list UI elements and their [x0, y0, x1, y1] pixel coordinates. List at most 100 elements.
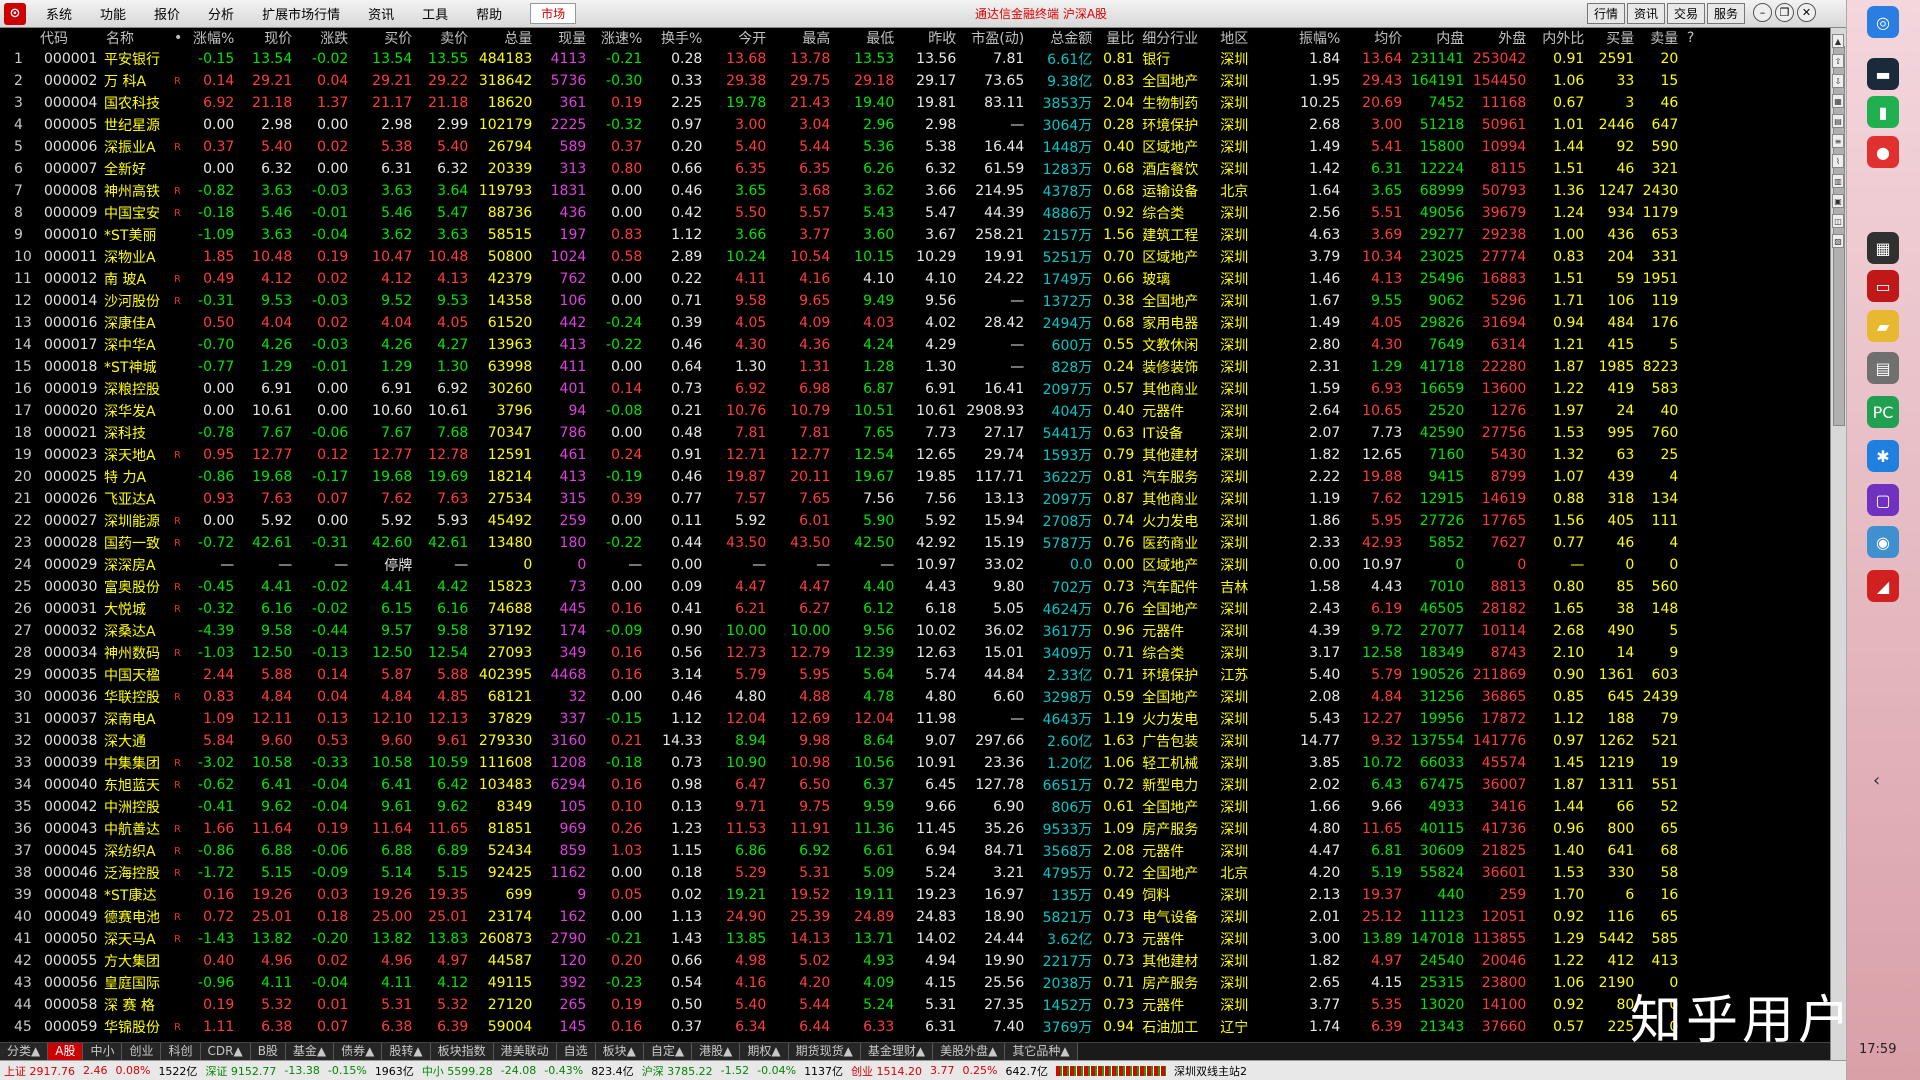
- market-tab-item[interactable]: 基金▲: [285, 1043, 335, 1060]
- column-header[interactable]: 卖量: [1638, 28, 1683, 48]
- market-tab-item[interactable]: 科创: [161, 1043, 201, 1060]
- quote-button[interactable]: 行情: [1586, 3, 1625, 24]
- market-tab-item[interactable]: 创业: [122, 1043, 162, 1060]
- menu-function[interactable]: 功能: [86, 4, 140, 23]
- tool-icon-6[interactable]: ▥: [1832, 174, 1844, 188]
- market-tab-item[interactable]: 港美联动: [493, 1043, 557, 1060]
- table-row[interactable]: 9 000010 *ST美丽 -1.09 3.63 -0.04 3.62 3.63 58515 1…: [0, 224, 1698, 246]
- tool-icon-9[interactable]: ▧: [1832, 234, 1844, 248]
- folder-icon[interactable]: ▰: [1867, 310, 1899, 342]
- table-row[interactable]: 13 000016 深康佳A 0.50 4.04 0.02 4.04 4.05 61520 442…: [0, 312, 1698, 334]
- market-tab-item[interactable]: 基金理财▲: [860, 1043, 934, 1060]
- table-row[interactable]: 29 000035 中国天楹 2.44 5.88 0.14 5.87 5.88 402395 44…: [0, 664, 1698, 686]
- market-tab-item[interactable]: 债券▲: [334, 1043, 383, 1060]
- app-icon-3[interactable]: ▮: [1867, 96, 1899, 128]
- table-row[interactable]: 10 000011 深物业A 1.85 10.48 0.19 10.47 10.48 50800…: [0, 246, 1698, 268]
- column-header[interactable]: 内外比: [1530, 28, 1589, 48]
- market-tab-item[interactable]: CDR▲: [200, 1043, 251, 1060]
- table-row[interactable]: 30 000036 华联控股 R 0.83 4.84 0.04 4.84 4.85 68121 32…: [0, 686, 1698, 708]
- table-row[interactable]: 19 000023 深天地A R 0.95 12.77 0.12 12.77 12.78 1259…: [0, 444, 1698, 466]
- table-row[interactable]: 8 000009 中国宝安 R -0.18 5.46 -0.01 5.46 5.47 88736 4…: [0, 202, 1698, 224]
- table-row[interactable]: 32 000038 深大通 5.84 9.60 0.53 9.60 9.61 279330 316…: [0, 730, 1698, 752]
- browser-icon[interactable]: ◎: [1867, 6, 1899, 38]
- app-icon-7[interactable]: ✱: [1867, 440, 1899, 472]
- service-button[interactable]: 服务: [1706, 3, 1745, 24]
- tool-icon-4[interactable]: ▤: [1832, 114, 1844, 128]
- column-header[interactable]: 总金额: [1028, 28, 1097, 48]
- market-tab-item[interactable]: 分类▲: [0, 1043, 49, 1060]
- market-tab-item[interactable]: B股: [250, 1043, 286, 1060]
- table-row[interactable]: 38 000046 泛海控股 R -1.72 5.15 -0.09 5.14 5.15 92425…: [0, 862, 1698, 884]
- column-header[interactable]: 量比: [1096, 28, 1139, 48]
- table-row[interactable]: 27 000032 深桑达A -4.39 9.58 -0.44 9.57 9.58 37192 1…: [0, 620, 1698, 642]
- minimize-icon[interactable]: –: [1753, 3, 1772, 22]
- column-header[interactable]: 最低: [834, 28, 899, 48]
- terminal-icon[interactable]: ▦: [1867, 232, 1899, 264]
- pycharm-icon[interactable]: PC: [1867, 396, 1899, 428]
- market-tab-item[interactable]: 板块▲: [595, 1043, 644, 1060]
- market-tab-item[interactable]: 其它品种▲: [1005, 1043, 1078, 1060]
- market-tab-item[interactable]: 美股外盘▲: [933, 1043, 1006, 1060]
- menu-extended-market[interactable]: 扩展市场行情: [248, 4, 354, 23]
- tool-icon-1[interactable]: ⇧: [1832, 54, 1844, 68]
- column-header[interactable]: 外盘: [1468, 28, 1531, 48]
- market-tab-item[interactable]: 期货现货▲: [788, 1043, 861, 1060]
- column-header[interactable]: 现价: [238, 28, 297, 48]
- column-header[interactable]: 最高: [770, 28, 835, 48]
- tool-icon-5[interactable]: ≡: [1832, 134, 1844, 148]
- table-row[interactable]: 11 000012 南 玻A R 0.49 4.12 0.02 4.12 4.13 42379 76…: [0, 268, 1698, 290]
- menu-system[interactable]: 系统: [32, 4, 86, 23]
- column-header[interactable]: 地区: [1216, 28, 1283, 48]
- table-row[interactable]: 41 000050 深天马A R -1.43 13.82 -0.20 13.82 13.83 26…: [0, 928, 1698, 950]
- column-header[interactable]: 涨幅%: [186, 28, 239, 48]
- table-row[interactable]: 12 000014 沙河股份 R -0.31 9.53 -0.03 9.52 9.53 14358…: [0, 290, 1698, 312]
- market-tab-item[interactable]: 股转▲: [382, 1043, 431, 1060]
- table-row[interactable]: 17 000020 深华发A 0.00 10.61 0.00 10.60 10.61 3796 9…: [0, 400, 1698, 422]
- column-header[interactable]: 换手%: [646, 28, 707, 48]
- news-button[interactable]: 资讯: [1626, 3, 1665, 24]
- column-header[interactable]: 总量: [472, 28, 537, 48]
- column-header[interactable]: 卖价: [416, 28, 473, 48]
- market-tab-item[interactable]: 期权▲: [740, 1043, 789, 1060]
- menu-analysis[interactable]: 分析: [194, 4, 248, 23]
- table-row[interactable]: 42 000055 方大集团 0.40 4.96 0.02 4.96 4.97 44587 120…: [0, 950, 1698, 972]
- table-row[interactable]: 6 000007 全新好 0.00 6.32 0.00 6.31 6.32 20339 313 0.…: [0, 158, 1698, 180]
- market-tab-item[interactable]: A股: [48, 1043, 84, 1060]
- column-header[interactable]: 买价: [352, 28, 417, 48]
- market-tab-item[interactable]: 中小: [83, 1043, 123, 1060]
- table-row[interactable]: 35 000042 中洲控股 -0.41 9.62 -0.04 9.61 9.62 8349 10…: [0, 796, 1698, 818]
- menu-news[interactable]: 资讯: [354, 4, 408, 23]
- scroll-up-icon[interactable]: ▲: [1832, 34, 1844, 48]
- column-header[interactable]: •: [174, 28, 187, 48]
- table-row[interactable]: 18 000021 深科技 -0.78 7.67 -0.06 7.67 7.68 70347 78…: [0, 422, 1698, 444]
- column-header[interactable]: 代码: [36, 28, 102, 48]
- column-header[interactable]: 买量: [1588, 28, 1639, 48]
- table-row[interactable]: 40 000049 德赛电池 R 0.72 25.01 0.18 25.00 25.01 2317…: [0, 906, 1698, 928]
- app-icon-8[interactable]: ◉: [1867, 526, 1899, 558]
- twitch-icon[interactable]: ▢: [1867, 484, 1899, 516]
- table-row[interactable]: 2 000002 万 科A R 0.14 29.21 0.04 29.21 29.22 31864…: [0, 70, 1698, 92]
- tool-icon-3[interactable]: ▦: [1832, 94, 1844, 108]
- market-tab-item[interactable]: 自选: [556, 1043, 596, 1060]
- chevron-left-icon[interactable]: ‹: [1873, 770, 1880, 791]
- app-icon-4[interactable]: ●: [1867, 136, 1899, 168]
- table-row[interactable]: 22 000027 深圳能源 R 0.00 5.92 0.00 5.92 5.93 45492 25…: [0, 510, 1698, 532]
- table-row[interactable]: 36 000043 中航善达 R 1.66 11.64 0.19 11.64 11.65 8185…: [0, 818, 1698, 840]
- table-row[interactable]: 33 000039 中集集团 R -3.02 10.58 -0.33 10.58 10.59 11…: [0, 752, 1698, 774]
- table-row[interactable]: 44 000058 深 赛 格 0.19 5.32 0.01 5.31 5.32 27120 26…: [0, 994, 1698, 1016]
- column-header[interactable]: 均价: [1344, 28, 1407, 48]
- column-header[interactable]: 内盘: [1406, 28, 1469, 48]
- table-row[interactable]: 31 000037 深南电A 1.09 12.11 0.13 12.10 12.13 37829…: [0, 708, 1698, 730]
- table-row[interactable]: 39 000048 *ST康达 0.16 19.26 0.03 19.26 19.35 699 9…: [0, 884, 1698, 906]
- menu-help[interactable]: 帮助: [462, 4, 516, 23]
- market-tab[interactable]: 市场: [530, 3, 577, 24]
- table-row[interactable]: 28 000034 神州数码 R -1.03 12.50 -0.13 12.50 12.54 27…: [0, 642, 1698, 664]
- table-row[interactable]: 37 000045 深纺织A R -0.86 6.88 -0.06 6.88 6.89 52434…: [0, 840, 1698, 862]
- column-header[interactable]: 名称: [102, 28, 174, 48]
- column-header[interactable]: 振幅%: [1282, 28, 1345, 48]
- table-row[interactable]: 26 000031 大悦城 R -0.32 6.16 -0.02 6.15 6.16 74688 4…: [0, 598, 1698, 620]
- table-row[interactable]: 43 000056 皇庭国际 -0.96 4.11 -0.04 4.11 4.12 49115 3…: [0, 972, 1698, 994]
- restore-icon[interactable]: ❐: [1775, 3, 1794, 22]
- table-row[interactable]: 45 000059 华锦股份 R 1.11 6.38 0.07 6.38 6.39 59004 14…: [0, 1016, 1698, 1038]
- market-tab-item[interactable]: 自定▲: [643, 1043, 693, 1060]
